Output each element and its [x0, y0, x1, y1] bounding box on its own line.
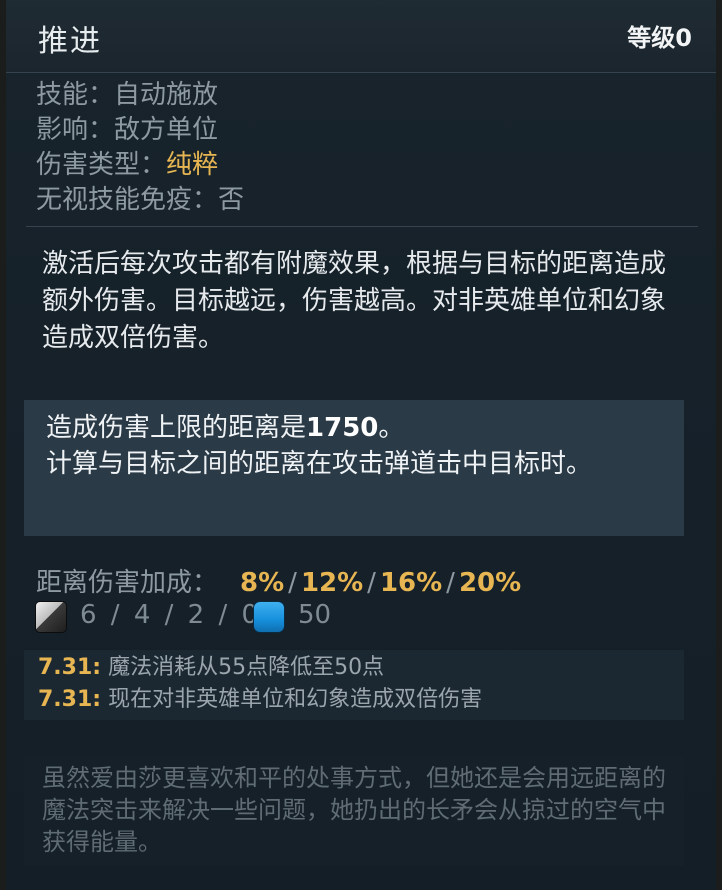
ability-lore: 虽然爱由莎更喜欢和平的处事方式，但她还是会用远距离的魔法突击来解决一些问题，她扔… — [24, 756, 684, 866]
property-value: 否 — [218, 185, 245, 215]
property-value: 自动施放 — [114, 80, 219, 110]
property-pierces-immunity: 无视技能免疫：否 — [36, 183, 244, 218]
mana-cost-value: 50 — [298, 600, 332, 630]
mana-icon — [254, 602, 284, 632]
patch-note: 7.31: 魔法消耗从55点降低至50点 — [38, 652, 670, 684]
bonus-value: 16% — [379, 568, 443, 598]
bonus-separator: / — [446, 568, 455, 598]
patch-notes: 7.31: 魔法消耗从55点降低至50点 7.31: 现在对非英雄单位和幻象造成… — [24, 650, 684, 720]
property-label: 无视技能免疫： — [36, 185, 219, 215]
ability-level: 等级0 — [627, 24, 692, 52]
ability-tooltip: 推进 等级0 技能：自动施放 影响：敌方单位 伤害类型：纯粹 无视技能免疫：否 … — [6, 0, 716, 890]
patch-text: 现在对非英雄单位和幻象造成双倍伤害 — [101, 687, 483, 712]
bonus-separator: / — [288, 568, 297, 598]
note-text: 造成伤害上限的距离是 — [46, 413, 307, 443]
bonus-value: 12% — [300, 568, 364, 598]
bonus-values: 8%/12%/16%/20% — [240, 568, 521, 598]
patch-version: 7.31: — [38, 687, 102, 712]
property-ability: 技能：自动施放 — [36, 78, 244, 113]
ability-properties: 技能：自动施放 影响：敌方单位 伤害类型：纯粹 无视技能免疫：否 — [36, 78, 244, 218]
property-value: 纯粹 — [166, 150, 219, 180]
distance-damage-bonus: 距离伤害加成： 8%/12%/16%/20% — [36, 562, 521, 599]
note-text: 。 — [378, 413, 405, 443]
property-label: 影响： — [36, 115, 115, 145]
note-line-2: 计算与目标之间的距离在攻击弹道击中目标时。 — [46, 449, 593, 479]
patch-text: 魔法消耗从55点降低至50点 — [101, 655, 385, 680]
bonus-value: 20% — [458, 568, 522, 598]
bonus-separator: / — [367, 568, 376, 598]
patch-version: 7.31: — [38, 655, 102, 680]
section-divider — [26, 226, 698, 227]
property-affects: 影响：敌方单位 — [36, 113, 244, 148]
note-line-1: 造成伤害上限的距离是1750。 — [46, 410, 662, 446]
patch-note: 7.31: 现在对非英雄单位和幻象造成双倍伤害 — [38, 684, 670, 716]
property-damage-type: 伤害类型：纯粹 — [36, 148, 244, 183]
cooldown-icon — [36, 602, 66, 632]
property-value: 敌方单位 — [114, 115, 219, 145]
bonus-value: 8% — [240, 568, 285, 598]
ability-note: 造成伤害上限的距离是1750。 计算与目标之间的距离在攻击弹道击中目标时。 — [24, 400, 684, 536]
tooltip-header: 推进 等级0 — [6, 0, 716, 73]
property-label: 技能： — [36, 80, 115, 110]
cooldown-value: 6 / 4 / 2 / 0 — [80, 600, 262, 630]
property-label: 伤害类型： — [36, 150, 167, 180]
ability-description: 激活后每次攻击都有附魔效果，根据与目标的距离造成额外伤害。目标越远，伤害越高。对… — [42, 249, 667, 353]
bonus-label: 距离伤害加成： — [36, 568, 219, 598]
ability-title: 推进 — [38, 24, 102, 59]
note-distance-value: 1750 — [306, 413, 379, 443]
